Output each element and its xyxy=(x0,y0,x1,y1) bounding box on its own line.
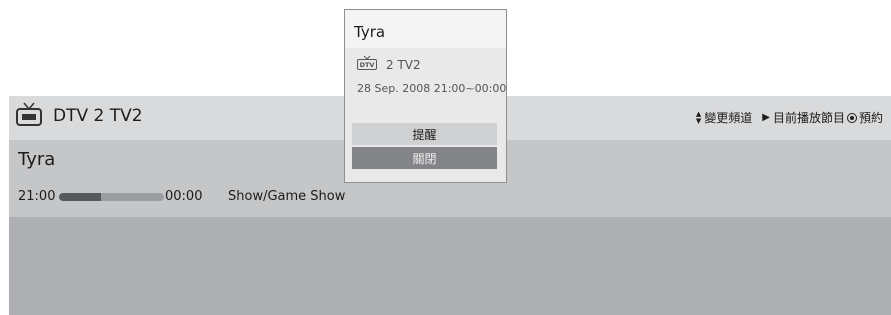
program-progress-bar xyxy=(59,193,164,201)
program-genre: Show/Game Show xyxy=(228,189,346,204)
tv-icon xyxy=(16,102,42,126)
dtv-icon: DTV xyxy=(357,56,377,70)
hint-now-playing-label: 目前播放節目 xyxy=(772,111,845,125)
end-time: 00:00 xyxy=(165,189,203,204)
program-description-panel xyxy=(9,217,891,315)
popup-header: Tyra xyxy=(345,10,506,48)
start-time: 21:00 xyxy=(18,189,56,204)
updown-arrows-icon: ▲ ▼ xyxy=(695,109,702,125)
hint-now-playing: ▶ 目前播放節目 xyxy=(762,109,845,126)
program-title: Tyra xyxy=(18,149,56,170)
close-button[interactable]: 關閉 xyxy=(352,147,497,169)
progress-fill xyxy=(59,193,101,201)
reminder-popup: Tyra DTV 2 TV2 28 Sep. 2008 21:00~00:00 … xyxy=(344,9,507,183)
hint-reserve: 預約 xyxy=(846,109,883,126)
record-icon xyxy=(846,112,857,123)
popup-channel: 2 TV2 xyxy=(386,58,421,72)
popup-body: DTV 2 TV2 28 Sep. 2008 21:00~00:00 提醒 關閉 xyxy=(345,48,506,182)
popup-datetime: 28 Sep. 2008 21:00~00:00 xyxy=(357,82,507,95)
remind-button[interactable]: 提醒 xyxy=(352,123,497,145)
help-bar: ▲ ▼ 變更頻道 ▶ 目前播放節目 預約 xyxy=(686,109,883,126)
dtv-badge-text: DTV xyxy=(360,61,375,69)
hint-change-channel: ▲ ▼ 變更頻道 xyxy=(696,109,752,126)
channel-label: DTV 2 TV2 xyxy=(53,106,143,126)
hint-change-channel-label: 變更頻道 xyxy=(704,111,753,125)
play-triangle-icon: ▶ xyxy=(762,112,770,123)
hint-reserve-label: 預約 xyxy=(858,111,883,125)
popup-title: Tyra xyxy=(354,23,386,41)
